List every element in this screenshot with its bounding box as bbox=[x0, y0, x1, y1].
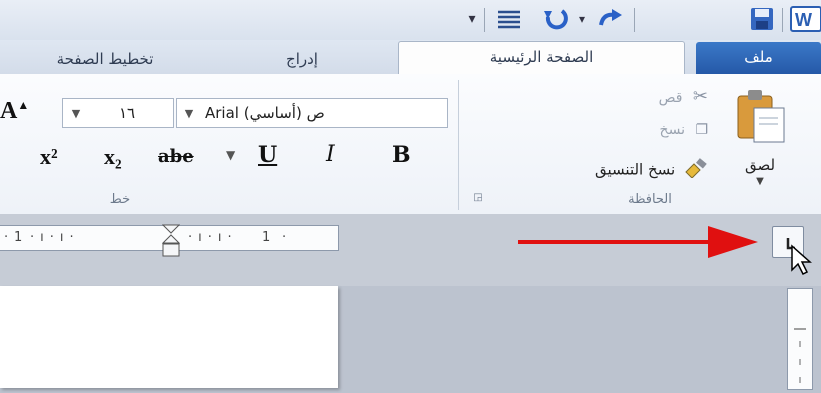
ruler-mark: 1 bbox=[14, 230, 23, 245]
ruler-area: · 1 ·ı·ı· ·ı·ı· 1 · bbox=[0, 214, 821, 286]
italic-button[interactable]: I bbox=[326, 142, 335, 167]
redo-icon[interactable] bbox=[596, 6, 628, 32]
tab-page-layout[interactable]: تخطيط الصفحة bbox=[30, 44, 180, 74]
font-group-label: خط bbox=[109, 192, 131, 207]
clipboard-group-label: الحافظة bbox=[628, 192, 672, 207]
ruler-ticks: ·ı·ı· bbox=[30, 230, 80, 245]
format-painter-icon bbox=[684, 158, 708, 182]
dropdown-icon[interactable]: ▼ bbox=[226, 148, 235, 162]
superscript-button[interactable]: x² bbox=[40, 144, 58, 170]
quick-access-toolbar: ▾ ▾ W bbox=[0, 0, 821, 40]
ruler-ticks-left: · bbox=[4, 230, 14, 245]
ribbon-tabs: تخطيط الصفحة إدراج الصفحة الرئيسية ملف bbox=[0, 40, 821, 76]
paste-label: لصق bbox=[744, 156, 776, 174]
dropdown-icon: ▼ bbox=[756, 176, 764, 187]
arrow-icon bbox=[516, 222, 760, 266]
dropdown-icon[interactable]: ▼ bbox=[177, 107, 201, 120]
svg-text:W: W bbox=[795, 10, 812, 30]
subscript-button[interactable]: x₂ bbox=[104, 144, 122, 170]
paragraph-icon[interactable] bbox=[494, 6, 524, 32]
tab-home[interactable]: الصفحة الرئيسية bbox=[398, 41, 685, 76]
scissors-icon: ✂ bbox=[692, 86, 708, 107]
cut-button[interactable]: قص ✂ bbox=[548, 86, 708, 112]
customize-qat-icon[interactable]: ▾ bbox=[462, 6, 482, 32]
ribbon-home: A▲ ▼ ١٦ ▼ Arial (أساسي) ص x² x₂ abe ▼ U … bbox=[0, 74, 821, 215]
save-icon[interactable] bbox=[748, 6, 776, 32]
dropdown-icon[interactable]: ▼ bbox=[63, 107, 89, 120]
paste-button[interactable]: لصق ▼ bbox=[726, 84, 786, 194]
grow-font-button[interactable]: A▲ bbox=[0, 98, 29, 125]
group-separator bbox=[458, 80, 459, 210]
word-icon: W bbox=[790, 6, 821, 32]
font-size-combo[interactable]: ▼ ١٦ bbox=[62, 98, 174, 128]
format-painter-button[interactable]: نسخ التنسيق bbox=[468, 158, 708, 186]
vertical-ruler[interactable] bbox=[787, 288, 813, 390]
copy-button[interactable]: نسخ ❐ bbox=[548, 122, 708, 148]
ruler-mark: 1 bbox=[262, 230, 271, 245]
font-name-combo[interactable]: ▼ Arial (أساسي) ص bbox=[176, 98, 448, 128]
cursor-icon bbox=[790, 244, 816, 280]
tab-file[interactable]: ملف bbox=[696, 42, 821, 74]
undo-icon[interactable] bbox=[540, 6, 574, 32]
ruler-ticks: ·ı·ı· bbox=[188, 230, 238, 245]
ruler-ticks: · bbox=[282, 230, 287, 245]
copy-icon: ❐ bbox=[695, 122, 708, 138]
paste-icon bbox=[734, 88, 788, 148]
dialog-launcher-icon[interactable]: ◲ bbox=[470, 192, 486, 203]
bold-button[interactable]: B bbox=[392, 142, 411, 168]
document-page[interactable] bbox=[0, 286, 338, 388]
tab-insert[interactable]: إدراج bbox=[262, 44, 342, 74]
font-name-value: Arial (أساسي) ص bbox=[205, 104, 325, 122]
font-size-value: ١٦ bbox=[119, 104, 136, 122]
indent-marker[interactable] bbox=[161, 224, 181, 258]
underline-button[interactable]: U bbox=[258, 142, 277, 168]
strikethrough-button[interactable]: abe bbox=[158, 146, 194, 167]
horizontal-ruler[interactable]: · 1 ·ı·ı· ·ı·ı· 1 · bbox=[0, 224, 339, 257]
undo-dropdown-icon[interactable]: ▾ bbox=[574, 6, 590, 32]
